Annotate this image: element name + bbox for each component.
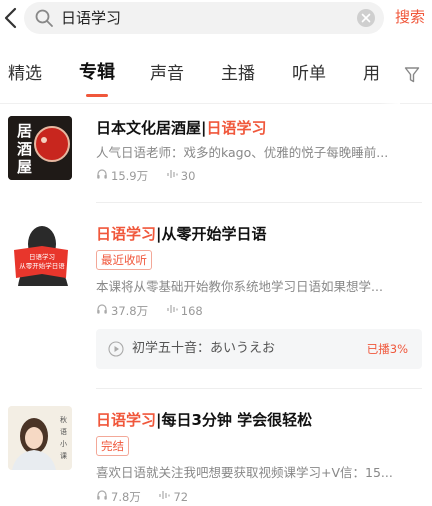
tab-featured[interactable]: 精选 [8, 62, 42, 86]
album-title-highlight: 日语学习 [96, 225, 157, 243]
album-title: 日本文化居酒屋|日语学习 [96, 118, 267, 138]
album-cover-line: 日语学习 [29, 253, 55, 261]
tab-albums[interactable]: 专辑 [79, 61, 115, 85]
album-cover-text: 日语学习 从零开始学日语 [16, 253, 68, 271]
album-cover: 秋 语 小 课 [8, 406, 72, 470]
track-count-icon [158, 489, 173, 505]
album-result-item[interactable]: 秋 语 小 课 日语学习|每日3分钟 学会很轻松 完结 喜欢日语就关注我吧想要获… [0, 390, 432, 506]
album-description: 人气日语老师：戏多的kago、优雅的悦子每晚睡前... [96, 145, 389, 160]
album-cover-text: 居 酒 屋 [17, 122, 33, 176]
divider [96, 388, 422, 389]
album-stats: 15.9万 30 [96, 167, 195, 184]
search-query[interactable]: 日语学习 [61, 8, 121, 28]
album-cover-art: 秋 语 小 课 [8, 406, 72, 470]
filter-icon[interactable] [404, 66, 420, 84]
album-description: 本课将从零基础开始教你系统地学习日语如果想学... [96, 279, 383, 294]
divider [96, 202, 422, 203]
back-arrow-icon[interactable] [2, 5, 20, 31]
clear-search-button[interactable] [357, 9, 375, 27]
album-stats: 7.8万 72 [96, 488, 188, 505]
album-stats: 37.8万 168 [96, 302, 203, 319]
play-count: 37.8万 [111, 303, 149, 318]
recent-track-progress: 已播3% [366, 342, 408, 356]
headphones-icon [96, 303, 111, 319]
play-icon [108, 341, 124, 357]
svg-text:语: 语 [60, 427, 67, 436]
album-result-item[interactable]: 居 酒 屋 日本文化居酒屋|日语学习 人气日语老师：戏多的kago、优雅的悦子每… [0, 104, 432, 204]
close-icon [361, 13, 371, 23]
track-count-icon [166, 168, 181, 184]
result-tabs: 精选 专辑 声音 主播 听单 用 [0, 44, 432, 104]
status-badge: 完结 [96, 436, 129, 456]
play-count: 15.9万 [111, 168, 149, 183]
play-count: 7.8万 [111, 489, 141, 504]
album-title: 日语学习|每日3分钟 学会很轻松 [96, 410, 312, 430]
track-count-icon [166, 303, 181, 319]
album-title: 日语学习|从零开始学日语 [96, 224, 267, 244]
recent-track-row[interactable]: 初学五十音：あいうえお 已播3% [96, 329, 422, 369]
search-input[interactable]: 日语学习 [24, 2, 384, 34]
search-button[interactable]: 搜索 [395, 6, 425, 28]
album-title-suffix: |每日3分钟 学会很轻松 [156, 411, 313, 429]
headphones-icon [96, 168, 111, 184]
album-cover: 日语学习 从零开始学日语 [8, 222, 72, 286]
album-title-highlight: 日语学习 [206, 119, 267, 137]
album-result-item[interactable]: 日语学习 从零开始学日语 日语学习|从零开始学日语 最近收听 本课将从零基础开始… [0, 204, 432, 390]
album-cover-line: 从零开始学日语 [19, 262, 65, 270]
svg-text:秋: 秋 [60, 415, 67, 424]
album-description: 喜欢日语就关注我吧想要获取视频课学习+V信：15... [96, 465, 393, 480]
album-cover: 居 酒 屋 [8, 116, 72, 180]
tab-playlists[interactable]: 听单 [292, 62, 326, 86]
track-count: 72 [173, 489, 189, 504]
search-icon [35, 9, 53, 27]
search-bar: 日语学习 搜索 [0, 0, 432, 36]
album-title-prefix: 日本文化居酒屋| [96, 119, 207, 137]
svg-text:小: 小 [60, 439, 67, 448]
tab-users[interactable]: 用 [363, 62, 380, 86]
track-count: 168 [180, 303, 203, 318]
svg-text:课: 课 [60, 451, 67, 460]
track-count: 30 [180, 168, 196, 183]
tab-tracks[interactable]: 声音 [150, 62, 184, 86]
headphones-icon [96, 489, 111, 505]
status-badge: 最近收听 [96, 250, 152, 270]
tab-hosts[interactable]: 主播 [221, 62, 255, 86]
album-title-suffix: |从零开始学日语 [156, 225, 267, 243]
active-tab-indicator [86, 94, 108, 97]
recent-track-title: 初学五十音：あいうえお [132, 341, 276, 356]
album-title-highlight: 日语学习 [96, 411, 157, 429]
tab-fade [380, 44, 400, 104]
